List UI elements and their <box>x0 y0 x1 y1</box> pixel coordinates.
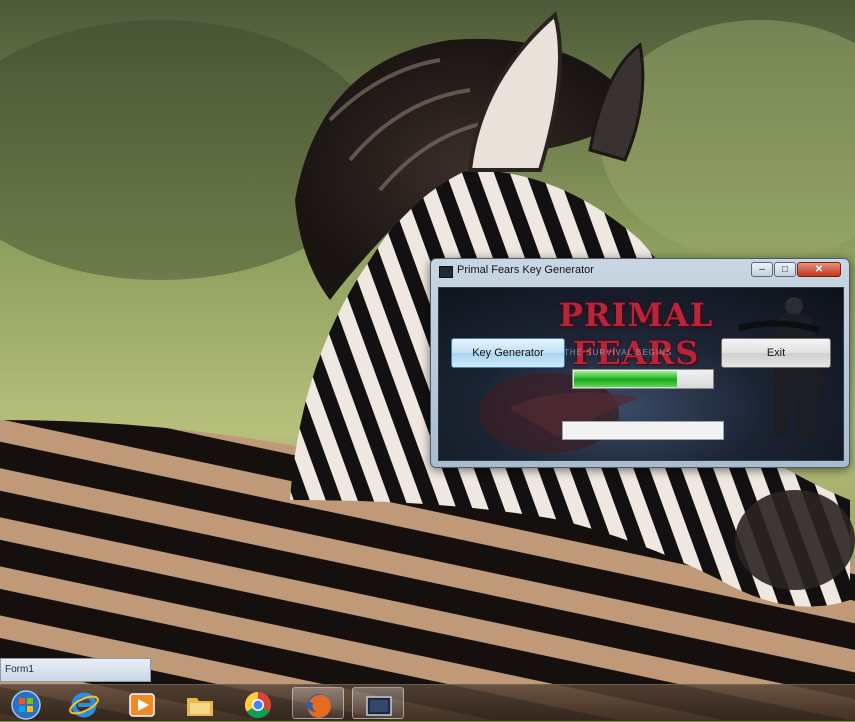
taskbar-media-player[interactable] <box>116 687 168 719</box>
game-subtitle: THE SURVIVAL BEGINS <box>564 348 673 357</box>
firefox-icon <box>307 694 331 718</box>
keygen-panel: PRIMAL FEARS THE SURVIVAL BEGINS Key Gen… <box>438 287 844 461</box>
exit-button[interactable]: Exit <box>721 338 831 368</box>
taskbar <box>0 684 855 721</box>
taskbar-keygen[interactable] <box>352 687 404 719</box>
maximize-button[interactable]: □ <box>774 262 796 277</box>
taskbar-firefox[interactable] <box>292 687 344 719</box>
close-button[interactable]: ✕ <box>797 262 841 277</box>
taskbar-chrome[interactable] <box>232 687 284 719</box>
start-button[interactable] <box>0 687 52 720</box>
progress-bar <box>572 369 714 389</box>
media-player-icon <box>129 693 155 717</box>
chrome-icon <box>244 691 271 719</box>
window-title: Primal Fears Key Generator <box>457 264 594 276</box>
taskbar-file-explorer[interactable] <box>174 687 226 719</box>
key-output-field[interactable] <box>562 421 724 440</box>
minimize-button[interactable]: – <box>751 262 773 277</box>
taskbar-internet-explorer[interactable] <box>58 687 110 719</box>
key-generator-button[interactable]: Key Generator <box>451 338 565 368</box>
app-icon <box>439 266 453 278</box>
internet-explorer-icon <box>69 692 99 718</box>
start-orb-icon <box>11 690 41 720</box>
progress-fill <box>574 371 677 387</box>
title-bar[interactable]: Primal Fears Key Generator – □ ✕ <box>431 259 849 283</box>
file-explorer-icon <box>187 698 213 716</box>
keygen-window[interactable]: Primal Fears Key Generator – □ ✕ PRIMAL … <box>430 258 850 468</box>
taskbar-thumbnail-preview[interactable]: Form1 <box>0 658 151 682</box>
keygen-app-icon <box>366 696 392 716</box>
thumbnail-label: Form1 <box>5 664 34 675</box>
